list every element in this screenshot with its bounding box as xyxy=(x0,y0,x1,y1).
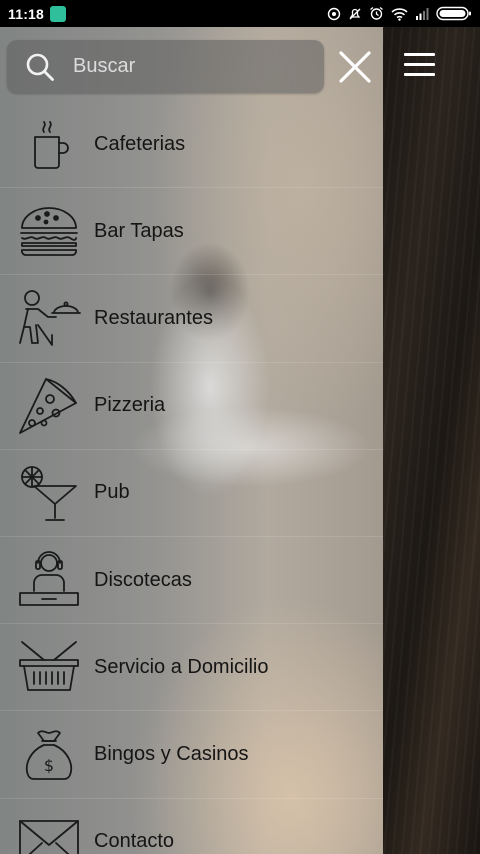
waiter-icon xyxy=(16,285,82,351)
status-icons xyxy=(327,6,472,21)
menu-item-label: Cafeterias xyxy=(94,132,186,155)
mute-icon xyxy=(349,8,361,19)
menu-item-pizzeria[interactable]: Pizzeria xyxy=(0,363,383,450)
money-bag-icon: $ xyxy=(16,721,82,787)
basket-icon xyxy=(16,634,82,700)
status-time: 11:18 xyxy=(8,5,45,22)
menu-item-label: Bingos y Casinos xyxy=(94,742,249,765)
search-input[interactable] xyxy=(73,55,303,78)
navigation-drawer: Cafeterias Bar Tapas xyxy=(0,27,383,854)
hamburger-menu-button[interactable] xyxy=(402,50,438,78)
menu-item-label: Pizzeria xyxy=(94,394,166,417)
alarm-clock-icon xyxy=(370,6,383,20)
menu-item-contacto[interactable]: Contacto xyxy=(0,799,383,854)
envelope-icon xyxy=(16,809,82,854)
menu-item-label: Pub xyxy=(94,481,130,504)
menu-item-discotecas[interactable]: Discotecas xyxy=(0,537,383,625)
menu-item-label: Contacto xyxy=(94,830,175,853)
wifi-icon xyxy=(391,7,408,21)
menu-item-restaurantes[interactable]: Restaurantes xyxy=(0,275,383,363)
menu-item-servicio-a-domicilio[interactable]: Servicio a Domicilio xyxy=(0,624,383,712)
menu-item-bingos-y-casinos[interactable]: $ Bingos y Casinos xyxy=(0,711,383,799)
menu-item-label: Discotecas xyxy=(94,568,192,591)
close-icon[interactable] xyxy=(337,49,373,85)
menu-item-cafeterias[interactable]: Cafeterias xyxy=(0,101,383,189)
background-content xyxy=(383,27,480,854)
menu-list: Cafeterias Bar Tapas Restaurantes Pizzer… xyxy=(0,101,383,854)
cocktail-icon xyxy=(16,460,82,526)
signal-icon xyxy=(416,8,429,20)
pizza-slice-icon xyxy=(16,373,82,439)
alarm-icon xyxy=(327,7,341,20)
status-bar: 11:18 xyxy=(0,0,480,27)
menu-item-label: Servicio a Domicilio xyxy=(94,655,269,678)
menu-item-label: Bar Tapas xyxy=(94,219,184,242)
menu-item-bar-tapas[interactable]: Bar Tapas xyxy=(0,188,383,276)
coffee-cup-icon xyxy=(16,111,82,177)
menu-item-pub[interactable]: Pub xyxy=(0,450,383,537)
burger-icon xyxy=(16,198,82,264)
dj-icon xyxy=(16,547,82,613)
chat-app-icon xyxy=(50,5,67,22)
search-icon xyxy=(26,53,54,81)
battery-icon xyxy=(436,6,471,21)
search-bar[interactable] xyxy=(7,40,324,93)
svg-text:$: $ xyxy=(44,756,54,775)
menu-item-label: Restaurantes xyxy=(94,306,213,329)
